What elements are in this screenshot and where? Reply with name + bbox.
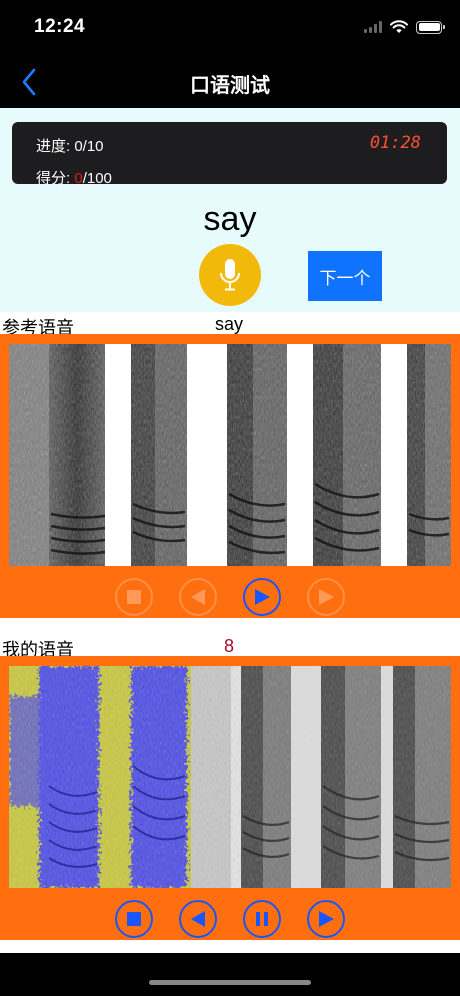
mine-pause-button[interactable] <box>243 900 281 938</box>
signal-icon <box>364 21 382 33</box>
microphone-icon <box>220 259 240 291</box>
footer-strip <box>0 940 460 953</box>
mine-panel <box>0 656 460 940</box>
mine-spectrogram-image <box>9 666 451 888</box>
reference-word: say <box>215 314 244 334</box>
stop-icon <box>127 912 141 926</box>
bottom-bar <box>0 953 460 996</box>
wifi-icon <box>390 20 408 33</box>
target-word: say <box>203 200 257 238</box>
score-text: 得分: 0/100 <box>36 167 112 188</box>
reference-spectrogram <box>9 344 451 566</box>
score-value: 0 <box>74 170 83 187</box>
reference-play-button[interactable] <box>243 578 281 616</box>
nav-bar: 口语测试 <box>0 56 460 108</box>
play-icon <box>255 589 270 605</box>
next-button[interactable]: 下一个 <box>308 251 382 301</box>
countdown-timer: 01:28 <box>369 133 421 153</box>
score-label: 得分: <box>36 170 75 187</box>
status-time: 12:24 <box>34 16 86 37</box>
reference-spectrogram-image <box>9 344 451 566</box>
pause-icon <box>256 912 268 926</box>
reference-panel <box>0 334 460 618</box>
progress-text: 进度: 0/10 <box>36 138 104 155</box>
page-title: 口语测试 <box>190 75 270 97</box>
home-indicator[interactable] <box>149 980 311 985</box>
reference-stop-button[interactable] <box>115 578 153 616</box>
rewind-icon <box>191 911 205 927</box>
mine-play-button[interactable] <box>307 900 345 938</box>
score-card: 进度: 0/10 得分: 0/100 01:28 <box>12 122 447 187</box>
status-icons <box>364 20 445 34</box>
status-bar: 12:24 <box>0 0 460 56</box>
score-total: /100 <box>82 170 112 187</box>
reference-rewind-button[interactable] <box>179 578 217 616</box>
mine-spectrogram <box>9 666 451 888</box>
stop-icon <box>127 590 141 604</box>
reference-forward-button[interactable] <box>307 578 345 616</box>
reference-controls <box>0 578 460 618</box>
forward-icon <box>319 589 334 605</box>
battery-icon <box>416 20 445 34</box>
main-content: 进度: 0/10 得分: 0/100 01:28 say 下一个 参考语音 sa… <box>0 108 460 953</box>
rewind-icon <box>191 589 205 605</box>
mine-stop-button[interactable] <box>115 900 153 938</box>
mine-rewind-button[interactable] <box>179 900 217 938</box>
mine-score: 8 <box>224 636 235 656</box>
record-button[interactable] <box>199 244 261 306</box>
mine-controls <box>0 900 460 940</box>
play-icon <box>319 911 334 927</box>
